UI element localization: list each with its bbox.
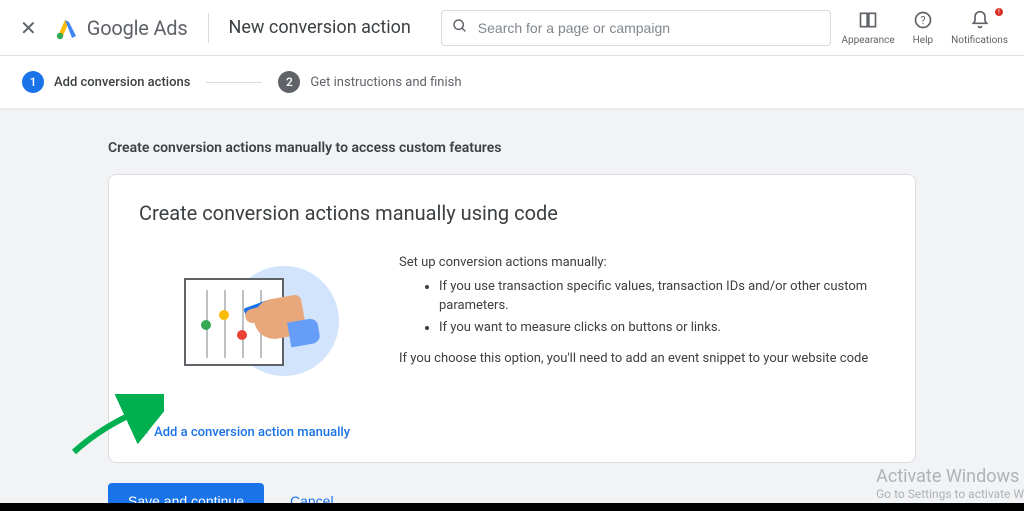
step-2-label: Get instructions and finish bbox=[310, 75, 461, 90]
illustration bbox=[139, 253, 359, 393]
intro-line: Set up conversion actions manually: bbox=[399, 253, 885, 273]
bullet-2: If you want to measure clicks on buttons… bbox=[439, 318, 885, 338]
step-1[interactable]: 1 Add conversion actions bbox=[22, 71, 190, 93]
card-body: Set up conversion actions manually: If y… bbox=[139, 253, 885, 393]
svg-text:?: ? bbox=[920, 14, 925, 27]
step-connector bbox=[206, 82, 262, 83]
step-2-number: 2 bbox=[278, 71, 300, 93]
plus-icon: + bbox=[139, 423, 148, 442]
bullet-1: If you use transaction specific values, … bbox=[439, 277, 885, 316]
add-link-label: Add a conversion action manually bbox=[154, 425, 350, 440]
section-heading: Create conversion actions manually to ac… bbox=[108, 140, 916, 156]
search-input[interactable] bbox=[478, 20, 821, 36]
header-icons: Appearance ? Help Notifications bbox=[841, 10, 1012, 46]
divider bbox=[208, 13, 209, 43]
stepper: 1 Add conversion actions 2 Get instructi… bbox=[0, 56, 1024, 110]
help-icon: ? bbox=[913, 10, 933, 35]
header-bar: ✕ Google Ads New conversion action Appea… bbox=[0, 0, 1024, 56]
bell-icon bbox=[970, 10, 990, 35]
step-1-number: 1 bbox=[22, 71, 44, 93]
bottom-border bbox=[0, 503, 1024, 511]
search-box[interactable] bbox=[441, 10, 832, 46]
card-text: Set up conversion actions manually: If y… bbox=[399, 253, 885, 369]
add-conversion-manually-link[interactable]: + Add a conversion action manually bbox=[139, 423, 350, 442]
notifications-label: Notifications bbox=[951, 35, 1008, 46]
search-icon bbox=[452, 18, 468, 38]
page-title: New conversion action bbox=[229, 17, 411, 38]
appearance-button[interactable]: Appearance bbox=[841, 10, 894, 46]
close-icon[interactable]: ✕ bbox=[12, 8, 45, 48]
ads-logo-icon bbox=[55, 16, 79, 40]
help-button[interactable]: ? Help bbox=[913, 10, 933, 46]
note-line: If you choose this option, you'll need t… bbox=[399, 349, 885, 369]
step-1-label: Add conversion actions bbox=[54, 75, 190, 90]
card-title: Create conversion actions manually using… bbox=[139, 201, 885, 225]
manual-conversion-card: Create conversion actions manually using… bbox=[108, 174, 916, 463]
appearance-icon bbox=[858, 10, 878, 35]
step-2[interactable]: 2 Get instructions and finish bbox=[278, 71, 461, 93]
google-ads-logo[interactable]: Google Ads bbox=[55, 16, 188, 40]
notification-badge bbox=[994, 7, 1004, 17]
brand-text: Google Ads bbox=[87, 16, 188, 40]
content-area: Create conversion actions manually to ac… bbox=[0, 110, 1024, 511]
help-label: Help bbox=[913, 35, 933, 46]
notifications-button[interactable]: Notifications bbox=[951, 10, 1008, 46]
appearance-label: Appearance bbox=[841, 35, 894, 46]
